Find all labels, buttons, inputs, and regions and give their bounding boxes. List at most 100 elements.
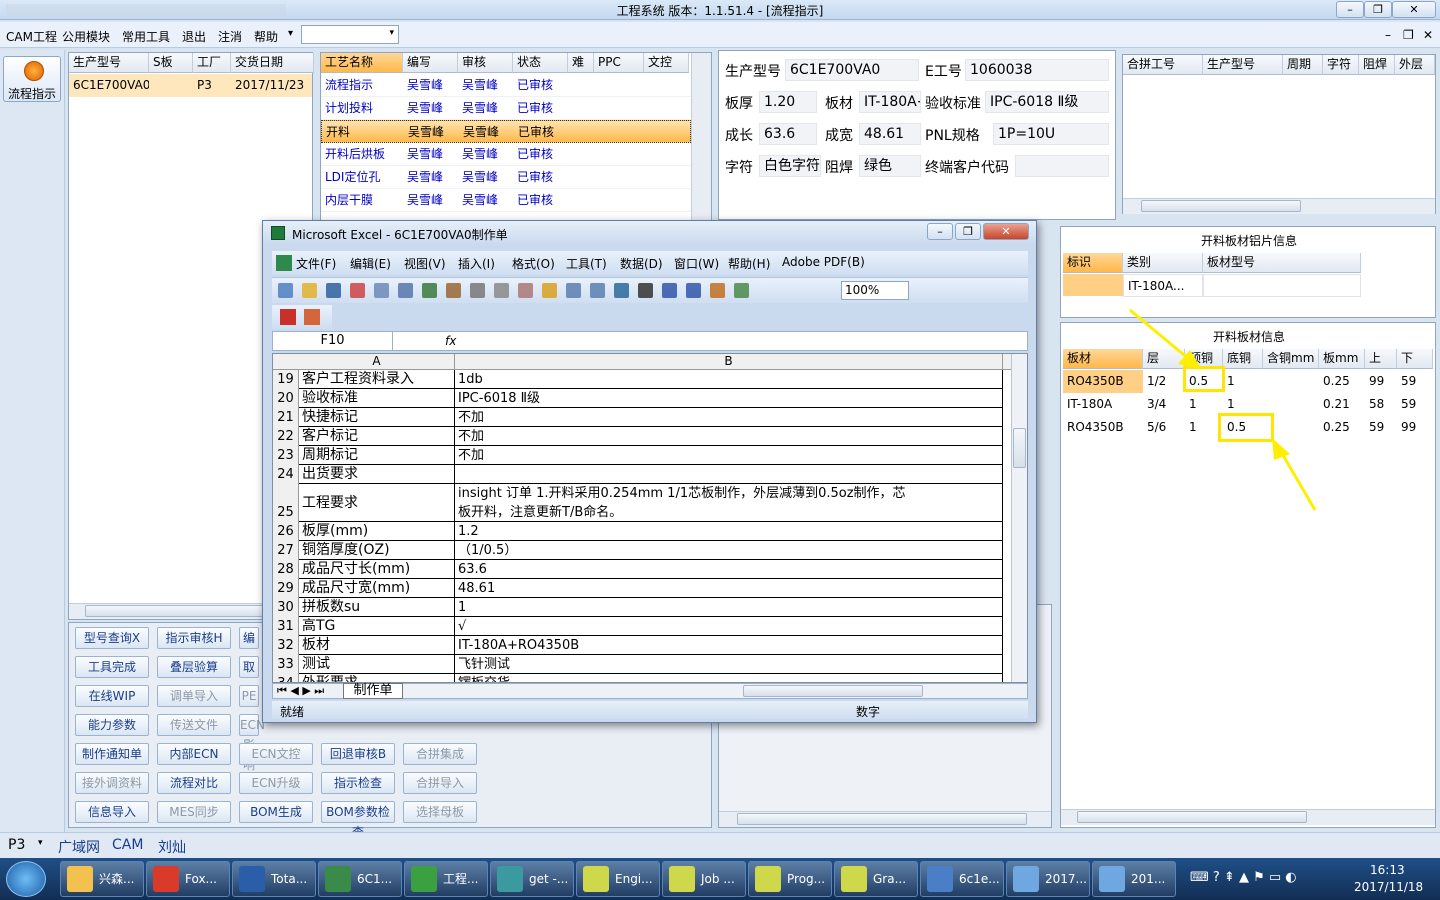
material-cell[interactable]: 58 [1365, 393, 1397, 416]
row-number[interactable]: 32 [273, 636, 299, 655]
row-number[interactable]: 25 [273, 484, 299, 522]
taskbar-item[interactable]: 兴森... [60, 861, 144, 897]
menu-exit[interactable]: 退出 [182, 28, 206, 45]
col-header-sheet-model[interactable]: 板材型号 [1203, 253, 1361, 273]
action-button[interactable]: 合拼导入 [403, 772, 477, 794]
cell-b[interactable]: 48.61 [455, 579, 1003, 597]
cell-a[interactable]: 验收标准 [299, 389, 455, 407]
excel-minimize-button[interactable]: – [927, 223, 953, 240]
sheet-row[interactable]: 25 工程要求 insight 订单 1.开料采用0.254mm 1/1芯板制作，外… [273, 484, 1003, 522]
sheet-row[interactable]: 33 测试 飞针测试 [273, 655, 1003, 674]
menu-cam[interactable]: CAM工程 [6, 28, 57, 45]
action-button[interactable]: BOM参数检查 [321, 801, 395, 839]
row-number[interactable]: 20 [273, 389, 299, 408]
permission-icon[interactable] [350, 283, 365, 298]
taskbar-item[interactable]: Fox... [146, 861, 230, 897]
row-number[interactable]: 29 [273, 579, 299, 598]
cell-b[interactable]: 1.2 [455, 522, 1003, 540]
save-icon[interactable] [326, 283, 341, 298]
excel-menu-item[interactable]: 文件(F) [296, 255, 336, 272]
scroll-thumb[interactable] [1013, 428, 1026, 468]
taskbar-item[interactable]: Gra... [834, 861, 918, 897]
cell-b[interactable]: 不加 [455, 427, 1003, 445]
tray-icons[interactable]: ⌨ ? ⇞ ▲ ⚑ ▭ ◐ [1190, 870, 1330, 888]
sheet-row[interactable]: 31 高TG √ [273, 617, 1003, 636]
cell-b[interactable]: 不加 [455, 446, 1003, 464]
sheet-hscroll-thumb[interactable] [743, 685, 923, 697]
excel-menu-item[interactable]: 数据(D) [620, 255, 663, 272]
cell-b[interactable]: 不加 [455, 408, 1003, 426]
field-material[interactable]: IT-180A+ [859, 91, 921, 113]
action-button[interactable]: 流程对比 [157, 772, 231, 794]
sheet-row[interactable]: 21 快捷标记 不加 [273, 408, 1003, 427]
scroll-thumb[interactable] [737, 813, 1027, 825]
row-number[interactable]: 26 [273, 522, 299, 541]
table-row[interactable]: 6C1E700VA0 P3 2017/11/23 [69, 74, 312, 97]
taskbar-item[interactable]: Engi... [576, 861, 660, 897]
print-preview-icon[interactable] [374, 283, 389, 298]
col-header-factory[interactable]: 工厂 [193, 53, 231, 73]
col-header-model[interactable]: 生产型号 [69, 53, 149, 73]
material-scrollbar[interactable] [1061, 809, 1435, 825]
menu-public[interactable]: 公用模块 [62, 28, 110, 45]
col-header-a[interactable]: A [299, 354, 455, 370]
col-header-cycle[interactable]: 周期 [1283, 55, 1323, 75]
new-icon[interactable] [278, 283, 293, 298]
row-number[interactable]: 27 [273, 541, 299, 560]
col-header-char[interactable]: 字符 [1323, 55, 1359, 75]
action-button[interactable]: 取 [239, 656, 259, 678]
start-button[interactable] [6, 861, 46, 897]
material-col-header[interactable]: 上 [1365, 349, 1397, 369]
material-cell[interactable]: 59 [1397, 370, 1433, 393]
row-number[interactable]: 28 [273, 560, 299, 579]
sheet-row[interactable]: 27 铜箔厚度(OZ) （1/0.5） [273, 541, 1003, 560]
excel-menu-item[interactable]: 格式(O) [512, 255, 555, 272]
col-header-b[interactable]: B [455, 354, 1003, 370]
col-header-s[interactable]: S板 [149, 53, 193, 73]
col-header-doc[interactable]: 文控 [644, 53, 689, 73]
cell-b[interactable]: 飞针测试 [455, 655, 1003, 673]
taskbar-item[interactable]: 2017... [1006, 861, 1090, 897]
sheet-tab[interactable]: 制作单 [343, 683, 403, 699]
action-button[interactable]: 回退审核B [321, 743, 395, 765]
col-header-difficulty[interactable]: 难 [568, 53, 594, 73]
row-number[interactable]: 30 [273, 598, 299, 617]
middle-scrollbar[interactable] [719, 811, 1051, 827]
format-painter-icon[interactable] [542, 283, 557, 298]
field-ecode[interactable]: 1060038 [965, 59, 1109, 81]
pdf-settings-icon[interactable] [304, 309, 320, 325]
close-button[interactable]: ✕ [1392, 1, 1436, 18]
table-row[interactable]: 开料 吴雪峰 吴雪峰 已审核 [321, 120, 691, 143]
cell-b[interactable]: IT-180A+RO4350B [455, 636, 1003, 654]
mdi-minimize-button[interactable]: – [1385, 28, 1391, 42]
field-model[interactable]: 6C1E700VA0 [785, 59, 919, 81]
sheet-row[interactable]: 30 拼板数su 1 [273, 598, 1003, 617]
action-button[interactable]: 工具完成 [75, 656, 149, 678]
taskbar-item[interactable]: 201... [1092, 861, 1176, 897]
table-row[interactable]: 流程指示 吴雪峰 吴雪峰 已审核 [321, 74, 691, 97]
table-row[interactable]: 内层干膜 吴雪峰 吴雪峰 已审核 [321, 189, 691, 212]
material-cell[interactable]: 59 [1397, 393, 1433, 416]
col-header-process[interactable]: 工艺名称 [321, 53, 403, 73]
cell-a[interactable]: 工程要求 [299, 484, 455, 521]
hyperlink-icon[interactable] [614, 283, 629, 298]
action-button[interactable]: 传送文件 [157, 714, 231, 736]
row-number[interactable]: 22 [273, 427, 299, 446]
field-thickness[interactable]: 1.20 [759, 91, 817, 113]
process-grid-vscroll[interactable] [691, 53, 711, 221]
taskbar-item[interactable]: Job ... [662, 861, 746, 897]
mdi-restore-button[interactable]: ❐ [1403, 28, 1414, 42]
action-button[interactable]: 信息导入 [75, 801, 149, 823]
action-button[interactable]: 型号查询X [75, 627, 149, 649]
col-header-flag[interactable]: 标识 [1063, 253, 1123, 273]
action-button[interactable]: 选择母板 [403, 801, 477, 823]
foil-row-category[interactable]: IT-180A... [1123, 274, 1203, 297]
menu-help[interactable]: 帮助 [254, 28, 278, 45]
copy-icon[interactable] [494, 283, 509, 298]
field-solder-mask[interactable]: 绿色 [859, 155, 921, 177]
cell-a[interactable]: 测试 [299, 655, 455, 673]
autosum-icon[interactable] [638, 283, 653, 298]
sheet-vscroll[interactable] [1011, 354, 1027, 682]
cell-a[interactable]: 快捷标记 [299, 408, 455, 426]
col-header-ppc[interactable]: PPC [594, 53, 644, 73]
